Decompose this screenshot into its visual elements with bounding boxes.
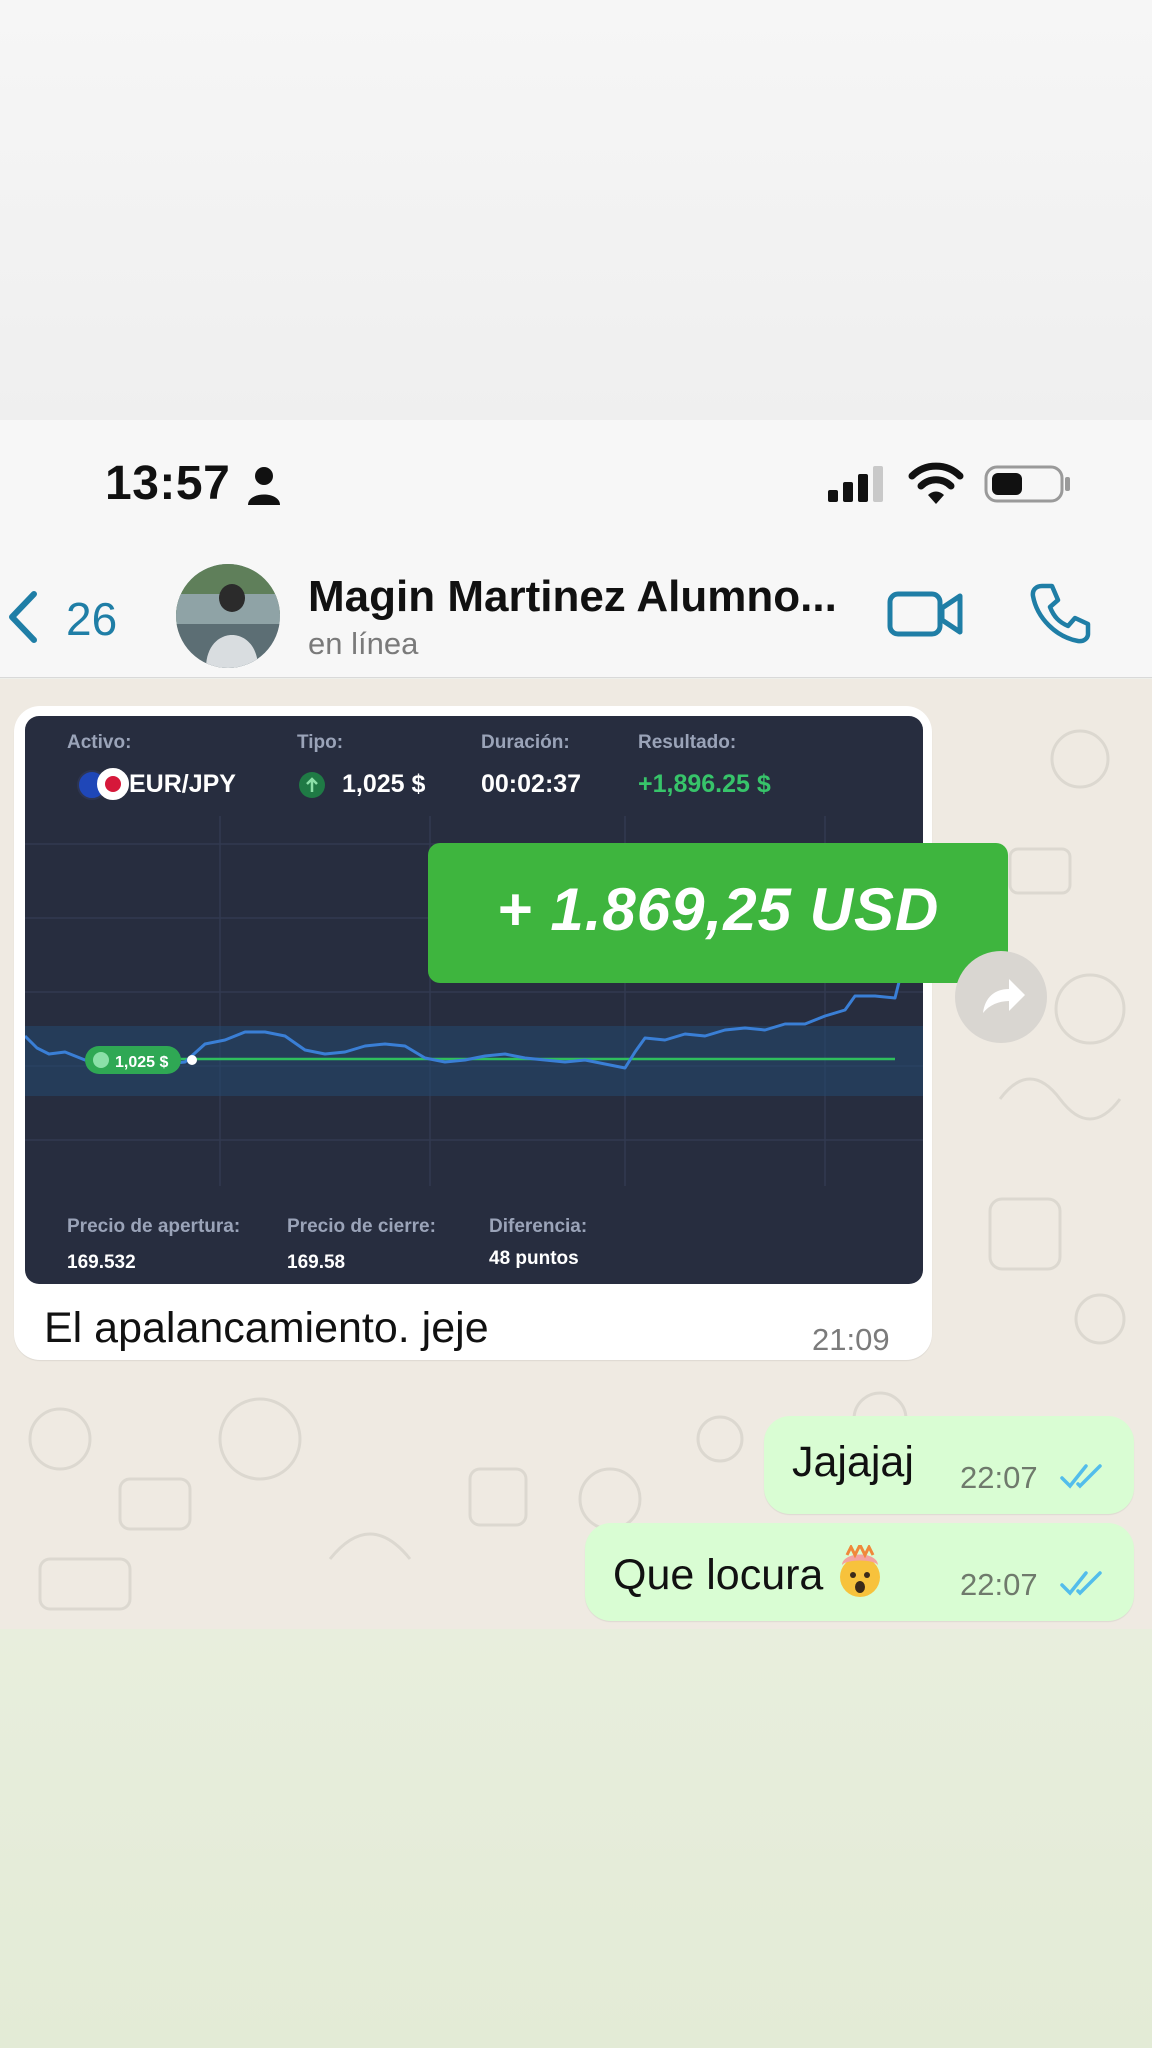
avatar[interactable]	[176, 564, 280, 668]
top-blank-area	[0, 0, 1152, 420]
duracion-label: Duración:	[481, 732, 570, 753]
chevron-left-icon	[9, 591, 37, 643]
tipo-label: Tipo:	[297, 732, 344, 753]
apertura-label: Precio de apertura:	[67, 1216, 241, 1237]
video-call-icon[interactable]	[886, 584, 964, 644]
outgoing-message-time: 22:07	[960, 1460, 1038, 1495]
person-icon	[248, 467, 280, 505]
diferencia-label: Diferencia:	[489, 1216, 588, 1237]
duracion-value: 00:02:37	[481, 770, 582, 798]
forward-button[interactable]	[955, 951, 1047, 1043]
incoming-message-text: El apalancamiento. jeje	[44, 1304, 489, 1352]
japan-flag-icon	[97, 768, 129, 800]
activo-value: EUR/JPY	[129, 770, 236, 798]
outgoing-message-text: Que locura	[613, 1551, 824, 1599]
unread-count: 26	[66, 593, 118, 645]
outgoing-message-time: 22:07	[960, 1567, 1038, 1602]
read-ticks-icon	[1060, 1571, 1102, 1596]
chat-header: 26 Magin Martinez Alumno... en línea	[0, 550, 1152, 678]
contact-status: en línea	[308, 626, 419, 661]
cierre-label: Precio de cierre:	[287, 1216, 436, 1237]
bottom-blank-area	[0, 1629, 1152, 2048]
battery-icon	[984, 465, 1070, 503]
incoming-message-time: 21:09	[812, 1322, 890, 1357]
trade-result-image[interactable]: Activo: Tipo: Duración: Resultado: EUR/J…	[25, 716, 923, 1284]
wifi-icon	[908, 462, 964, 504]
status-time: 13:57	[105, 457, 231, 510]
profit-banner-text: + 1.869,25 USD	[496, 876, 940, 943]
contact-name[interactable]: Magin Martinez Alumno...	[308, 572, 837, 622]
resultado-value: +1,896.25 $	[638, 770, 771, 798]
phone-icon[interactable]	[1028, 580, 1092, 646]
exploding-head-emoji	[840, 1545, 881, 1597]
forward-icon	[983, 979, 1025, 1013]
outgoing-message[interactable]: Que locura 22:07	[585, 1523, 1134, 1621]
apertura-value: 169.532	[67, 1252, 136, 1273]
avatar-photo	[176, 564, 280, 668]
incoming-message[interactable]: Activo: Tipo: Duración: Resultado: EUR/J…	[14, 706, 1008, 1360]
signal-icon	[828, 466, 883, 502]
status-bar: 13:57	[0, 420, 1152, 550]
read-ticks-icon	[1060, 1464, 1102, 1489]
back-button[interactable]: 26	[0, 580, 130, 650]
outgoing-message[interactable]: Jajajaj 22:07	[764, 1416, 1134, 1514]
outgoing-message-text: Jajajaj	[792, 1438, 914, 1486]
entry-marker-label: 1,025 $	[115, 1054, 168, 1071]
resultado-label: Resultado:	[638, 732, 737, 753]
profit-banner: + 1.869,25 USD	[428, 843, 1008, 983]
cierre-value: 169.58	[287, 1252, 346, 1273]
activo-label: Activo:	[67, 732, 132, 753]
diferencia-value: 48 puntos	[489, 1248, 579, 1269]
tipo-value: 1,025 $	[342, 770, 426, 798]
outgoing-message-text-wrap: Que locura	[613, 1545, 887, 1600]
chat-area[interactable]: Activo: Tipo: Duración: Resultado: EUR/J…	[0, 679, 1152, 1629]
arrow-up-icon	[299, 772, 325, 798]
